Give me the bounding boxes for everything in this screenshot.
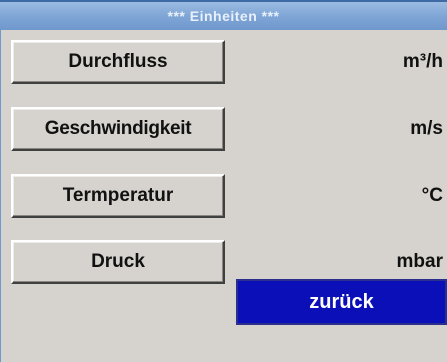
temperature-unit-button[interactable]: Termperatur [11, 174, 225, 218]
velocity-unit-button[interactable]: Geschwindigkeit [11, 107, 225, 151]
window-title: *** Einheiten *** [0, 2, 447, 30]
pressure-unit-button[interactable]: Druck [11, 240, 225, 284]
units-window: *** Einheiten *** Durchfluss m³/h Geschw… [0, 0, 447, 362]
flow-unit-button[interactable]: Durchfluss [11, 40, 225, 84]
back-button[interactable]: zurück [236, 279, 447, 325]
pressure-unit-value: mbar [396, 251, 443, 272]
flow-unit-value: m³/h [402, 51, 443, 72]
velocity-unit-value: m/s [410, 118, 443, 139]
temperature-unit-value: °C [421, 185, 443, 206]
